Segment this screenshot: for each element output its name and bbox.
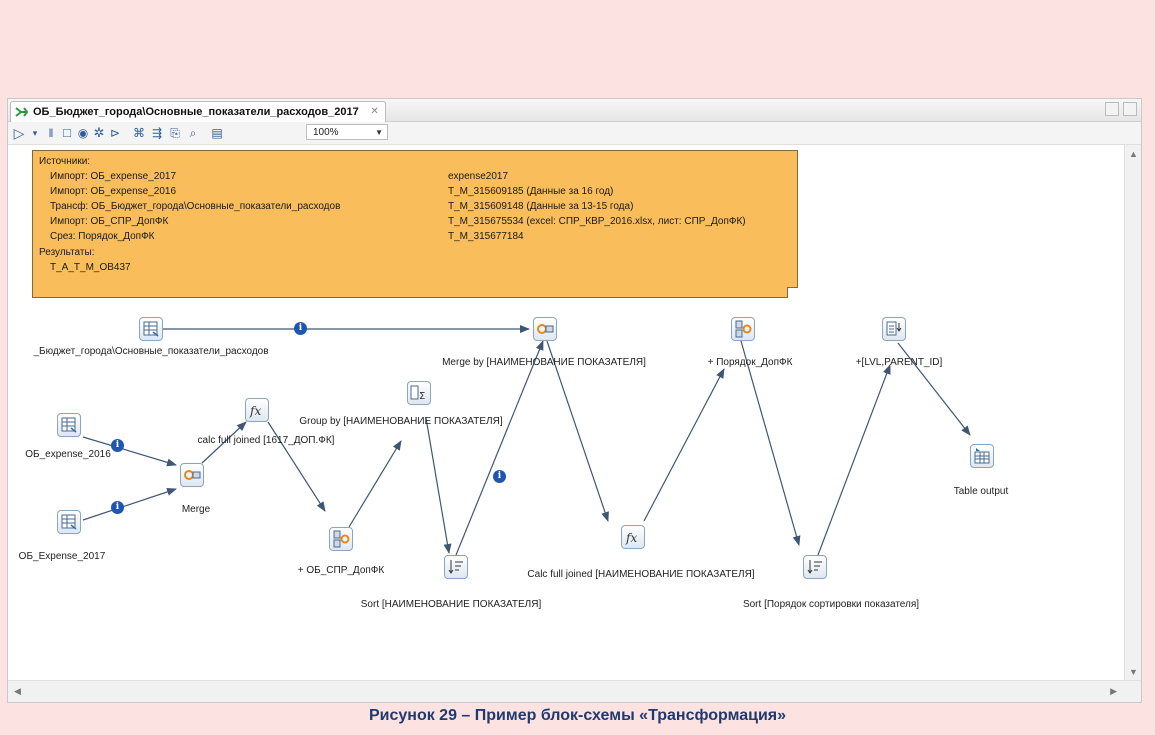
info-icon[interactable]: i xyxy=(294,322,307,335)
verify-icon[interactable]: ⌘ xyxy=(130,124,148,142)
hop-calc2-poryadok xyxy=(643,368,725,522)
info-icon[interactable]: i xyxy=(493,470,506,483)
note-source-left: Срез: Порядок_ДопФК xyxy=(50,231,155,242)
explore-db-icon[interactable]: ⌕ xyxy=(184,124,202,142)
step-label: Sort [НАИМЕНОВАНИЕ ПОКАЗАТЕЛЯ] xyxy=(360,599,542,610)
hop-poryadok-sort2 xyxy=(740,340,801,546)
transformation-canvas[interactable]: Источники: Импорт: ОБ_expense_2017 expen… xyxy=(8,145,1124,681)
scroll-down-icon[interactable]: ▼ xyxy=(1129,667,1138,677)
note-source-left: Импорт: ОБ_СПР_ДопФК xyxy=(50,216,169,227)
step-group-by[interactable]: Σ xyxy=(407,381,431,405)
svg-text:fx: fx xyxy=(249,404,261,418)
close-tab-icon[interactable]: ✕ xyxy=(370,102,378,122)
merge-join-icon xyxy=(184,470,201,480)
note-source-right: T_M_315609148 (Данные за 13-15 года) xyxy=(448,201,634,212)
scroll-up-icon[interactable]: ▲ xyxy=(1129,149,1138,159)
note-sources-heading: Источники: xyxy=(39,156,91,167)
editor-toolbar: ▷ ▾ ‖ □ ◉ ✲ ⊳ ⌘ ⇶ ⎘ ⌕ ▤ 100% ▼ xyxy=(8,122,1141,145)
hop-mergeby-calc2 xyxy=(546,340,609,522)
note-results-heading: Результаты: xyxy=(39,247,95,258)
formula-icon: fx xyxy=(249,404,261,418)
stream-lookup-icon xyxy=(333,530,350,548)
editor-tab-title: ОБ_Бюджет_города\Основные_показатели_рас… xyxy=(33,106,359,118)
svg-text:fx: fx xyxy=(625,531,637,545)
zoom-value: 100% xyxy=(313,127,339,138)
formula-icon: fx xyxy=(625,531,637,545)
step-sort-1[interactable] xyxy=(444,555,468,579)
step-lvl-parent[interactable] xyxy=(882,317,906,341)
maximize-button[interactable] xyxy=(1123,102,1137,116)
note-source-right: T_M_315609185 (Данные за 16 год) xyxy=(448,186,614,197)
align-icon[interactable]: ▤ xyxy=(208,124,226,142)
merge-join-icon xyxy=(537,324,554,334)
step-label: Sort [Порядок сортировки показателя] xyxy=(742,599,920,610)
hop-sort2-lvl xyxy=(817,364,891,556)
horizontal-scrollbar[interactable]: ◀ ▶ xyxy=(8,680,1141,702)
impact-icon[interactable]: ⇶ xyxy=(148,124,166,142)
step-label: ОБ_Expense_2017 xyxy=(18,551,106,562)
step-spr-lookup[interactable] xyxy=(329,527,353,551)
replay-icon[interactable]: ⊳ xyxy=(106,124,124,142)
vertical-scrollbar[interactable]: ▲ ▼ xyxy=(1124,145,1141,681)
step-calc-2[interactable]: fx xyxy=(621,525,645,549)
info-icon[interactable]: i xyxy=(111,501,124,514)
add-fields-icon xyxy=(886,321,902,336)
sql-icon[interactable]: ⎘ xyxy=(166,124,184,142)
table-input-icon xyxy=(61,417,77,433)
transformation-editor-window: ОБ_Бюджет_города\Основные_показатели_рас… xyxy=(7,98,1142,703)
info-icon[interactable]: i xyxy=(111,439,124,452)
sources-note[interactable]: Источники: Импорт: ОБ_expense_2017 expen… xyxy=(32,150,798,298)
chevron-down-icon: ▼ xyxy=(375,128,383,137)
step-label: calc full joined [1617_ДОП.ФК] xyxy=(197,435,335,446)
step-sort-2[interactable] xyxy=(803,555,827,579)
table-input-icon xyxy=(61,514,77,530)
svg-text:Σ: Σ xyxy=(419,391,425,402)
transformation-icon xyxy=(15,107,28,117)
note-source-right: T_M_315677184 xyxy=(448,231,524,242)
minimize-button[interactable] xyxy=(1105,102,1119,116)
note-source-left: Импорт: ОБ_expense_2016 xyxy=(50,186,177,197)
editor-tabbar: ОБ_Бюджет_города\Основные_показатели_рас… xyxy=(8,99,1141,122)
step-expense-2016[interactable] xyxy=(57,413,81,437)
step-table-output[interactable] xyxy=(970,444,994,468)
scroll-left-icon[interactable]: ◀ xyxy=(14,686,21,697)
step-merge[interactable] xyxy=(180,463,204,487)
step-expense-2017[interactable] xyxy=(57,510,81,534)
step-label: + ОБ_СПР_ДопФК xyxy=(297,565,385,576)
note-source-left: Трансф: ОБ_Бюджет_города\Основные_показа… xyxy=(50,201,341,212)
note-source-right: expense2017 xyxy=(448,171,509,182)
hop-2017-merge xyxy=(82,488,177,521)
step-label: Group by [НАИМЕНОВАНИЕ ПОКАЗАТЕЛЯ] xyxy=(299,416,503,427)
step-label: Table output xyxy=(953,486,1009,497)
note-fold-corner xyxy=(787,287,798,298)
stream-lookup-icon xyxy=(735,320,752,338)
step-poryadok-lookup[interactable] xyxy=(731,317,755,341)
table-input-icon xyxy=(143,321,159,337)
hop-sort1-mergeby xyxy=(455,340,544,556)
hop-spr-group xyxy=(348,440,402,528)
step-budget-input[interactable] xyxy=(139,317,163,341)
sort-rows-icon xyxy=(448,560,463,574)
figure-caption: Рисунок 29 – Пример блок-схемы «Трансфор… xyxy=(368,707,787,724)
table-output-icon xyxy=(974,448,990,464)
step-merge-by[interactable] xyxy=(533,317,557,341)
note-source-left: Импорт: ОБ_expense_2017 xyxy=(50,171,177,182)
group-by-icon: Σ xyxy=(410,385,425,402)
step-label: + Порядок_ДопФК xyxy=(707,357,793,368)
scroll-right-icon[interactable]: ▶ xyxy=(1110,686,1117,697)
step-label: Merge by [НАИМЕНОВАНИЕ ПОКАЗАТЕЛЯ] xyxy=(442,357,646,368)
editor-tab[interactable]: ОБ_Бюджет_города\Основные_показатели_рас… xyxy=(10,101,386,122)
step-label: Merge xyxy=(181,504,211,515)
step-calc[interactable]: fx xyxy=(245,398,269,422)
note-result-value: T_A_T_M_OB437 xyxy=(50,262,131,273)
step-label: +[LVL,PARENT_ID] xyxy=(855,357,943,368)
step-label: ОБ_expense_2016 xyxy=(25,449,111,460)
hop-group-sort1 xyxy=(425,417,452,554)
note-source-right: T_M_315675534 (excel: СПР_КВР_2016.xlsx,… xyxy=(448,216,746,227)
step-label: _Бюджет_города\Основные_показатели_расхо… xyxy=(33,346,269,357)
zoom-select[interactable]: 100% ▼ xyxy=(306,124,388,140)
step-label: Calc full joined [НАИМЕНОВАНИЕ ПОКАЗАТЕЛ… xyxy=(527,569,755,580)
sort-rows-icon xyxy=(807,560,822,574)
